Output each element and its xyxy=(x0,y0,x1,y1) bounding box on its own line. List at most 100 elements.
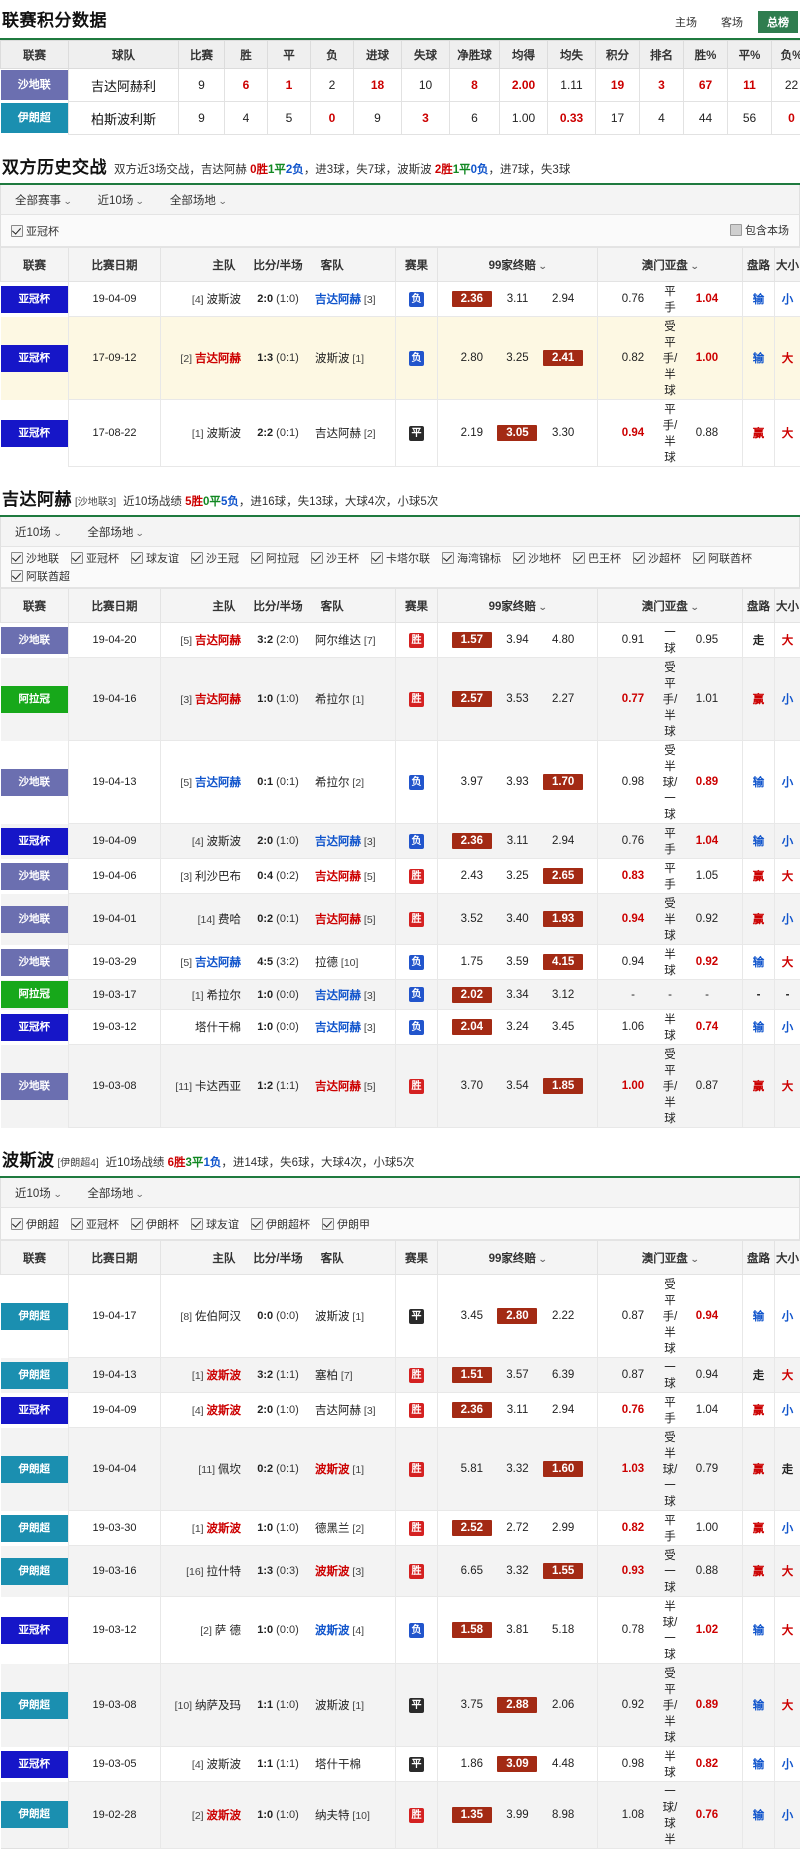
teamB-filter-0[interactable]: 近10场⌄ xyxy=(15,1185,61,1201)
match-col-odds[interactable]: 99家终赔⌄ xyxy=(438,1241,598,1275)
match-away-name[interactable]: 阿尔维达 xyxy=(315,635,361,647)
h2h-filter-2[interactable]: 全部场地⌄ xyxy=(170,192,227,208)
match-away-name[interactable]: 吉达阿赫 xyxy=(315,1405,361,1417)
match-home-name[interactable]: 卡达西亚 xyxy=(195,1081,241,1093)
checkbox-box[interactable] xyxy=(131,1218,143,1230)
teamB-checkbox-1[interactable]: 亚冠杯 xyxy=(71,1216,119,1232)
match-home-name[interactable]: 吉达阿赫 xyxy=(195,957,241,969)
match-league-cell[interactable]: 沙地联 xyxy=(1,623,69,658)
match-league-cell[interactable]: 亚冠杯 xyxy=(1,1393,69,1428)
match-league-cell[interactable]: 阿拉冠 xyxy=(1,980,69,1010)
match-away-name[interactable]: 波斯波 xyxy=(315,1566,350,1578)
teamB-checkbox-3[interactable]: 球友谊 xyxy=(191,1216,239,1232)
match-league-cell[interactable]: 沙地联 xyxy=(1,859,69,894)
teamB-checkbox-2[interactable]: 伊朗杯 xyxy=(131,1216,179,1232)
checkbox-box[interactable] xyxy=(11,552,23,564)
match-col-asia[interactable]: 澳门亚盘⌄ xyxy=(598,1241,743,1275)
match-away-name[interactable]: 吉达阿赫 xyxy=(315,990,361,1002)
match-away-name[interactable]: 拉德 xyxy=(315,957,338,969)
match-away-name[interactable]: 吉达阿赫 xyxy=(315,294,361,306)
teamA-filter-0[interactable]: 近10场⌄ xyxy=(15,524,61,540)
match-away-name[interactable]: 吉达阿赫 xyxy=(315,836,361,848)
match-league-cell[interactable]: 伊朗超 xyxy=(1,1275,69,1358)
match-home-name[interactable]: 吉达阿赫 xyxy=(195,694,241,706)
match-league-cell[interactable]: 沙地联 xyxy=(1,945,69,980)
teamA-filter-1[interactable]: 全部场地⌄ xyxy=(87,524,144,540)
teamA-checkbox-3[interactable]: 沙王冠 xyxy=(191,550,239,566)
match-away-name[interactable]: 塞柏 xyxy=(315,1370,338,1382)
match-home-name[interactable]: 利沙巴布 xyxy=(195,871,241,883)
match-home-name[interactable]: 波斯波 xyxy=(207,1370,242,1382)
checkbox-box[interactable] xyxy=(573,552,585,564)
match-away-name[interactable]: 波斯波 xyxy=(315,1625,350,1637)
match-home-name[interactable]: 波斯波 xyxy=(207,836,242,848)
chevron-down-icon[interactable]: ⌄ xyxy=(690,261,699,272)
standings-league-cell[interactable]: 沙地联 xyxy=(1,69,69,102)
match-away-name[interactable]: 吉达阿赫 xyxy=(315,1081,361,1093)
match-league-cell[interactable]: 伊朗超 xyxy=(1,1428,69,1511)
match-home-name[interactable]: 纳萨及玛 xyxy=(195,1700,241,1712)
chevron-down-icon[interactable]: ⌄ xyxy=(538,1254,547,1265)
match-home-name[interactable]: 波斯波 xyxy=(207,1810,242,1822)
match-away-name[interactable]: 波斯波 xyxy=(315,1464,350,1476)
match-league-cell[interactable]: 伊朗超 xyxy=(1,1782,69,1849)
match-league-cell[interactable]: 亚冠杯 xyxy=(1,1747,69,1782)
match-away-name[interactable]: 吉达阿赫 xyxy=(315,428,361,440)
match-league-cell[interactable]: 阿拉冠 xyxy=(1,658,69,741)
teamA-checkbox-1[interactable]: 亚冠杯 xyxy=(71,550,119,566)
match-league-cell[interactable]: 沙地联 xyxy=(1,1045,69,1128)
match-league-cell[interactable]: 伊朗超 xyxy=(1,1358,69,1393)
match-col-asia[interactable]: 澳门亚盘⌄ xyxy=(598,248,743,282)
chevron-down-icon[interactable]: ⌄ xyxy=(690,602,699,613)
match-away-name[interactable]: 希拉尔 xyxy=(315,777,350,789)
tab-home[interactable]: 主场 xyxy=(666,11,706,33)
match-league-cell[interactable]: 沙地联 xyxy=(1,741,69,824)
teamA-checkbox-6[interactable]: 卡塔尔联 xyxy=(371,550,430,566)
match-league-cell[interactable]: 伊朗超 xyxy=(1,1511,69,1546)
teamA-checkbox-9[interactable]: 巴王杯 xyxy=(573,550,621,566)
checkbox-box[interactable] xyxy=(730,224,742,236)
match-col-odds[interactable]: 99家终赔⌄ xyxy=(438,589,598,623)
match-away-name[interactable]: 德黑兰 xyxy=(315,1523,350,1535)
h2h-include-checkbox[interactable]: 包含本场 xyxy=(730,222,789,238)
checkbox-box[interactable] xyxy=(11,1218,23,1230)
checkbox-box[interactable] xyxy=(371,552,383,564)
checkbox-box[interactable] xyxy=(442,552,454,564)
checkbox-box[interactable] xyxy=(71,552,83,564)
match-home-name[interactable]: 波斯波 xyxy=(207,1523,242,1535)
checkbox-box[interactable] xyxy=(633,552,645,564)
match-home-name[interactable]: 吉达阿赫 xyxy=(195,353,241,365)
teamA-checkbox-10[interactable]: 沙超杯 xyxy=(633,550,681,566)
match-league-cell[interactable]: 亚冠杯 xyxy=(1,1597,69,1664)
teamA-checkbox-4[interactable]: 阿拉冠 xyxy=(251,550,299,566)
match-league-cell[interactable]: 伊朗超 xyxy=(1,1546,69,1597)
teamA-checkbox-8[interactable]: 沙地杯 xyxy=(513,550,561,566)
match-home-name[interactable]: 波斯波 xyxy=(207,294,242,306)
match-league-cell[interactable]: 亚冠杯 xyxy=(1,282,69,317)
checkbox-box[interactable] xyxy=(693,552,705,564)
teamA-checkbox-12[interactable]: 阿联酋超 xyxy=(11,568,70,584)
match-league-cell[interactable]: 亚冠杯 xyxy=(1,1010,69,1045)
match-away-name[interactable]: 波斯波 xyxy=(315,1311,350,1323)
teamA-checkbox-11[interactable]: 阿联酋杯 xyxy=(693,550,752,566)
chevron-down-icon[interactable]: ⌄ xyxy=(690,1254,699,1265)
match-away-name[interactable]: 波斯波 xyxy=(315,1700,350,1712)
match-away-name[interactable]: 纳夫特 xyxy=(315,1810,350,1822)
checkbox-box[interactable] xyxy=(251,1218,263,1230)
chevron-down-icon[interactable]: ⌄ xyxy=(538,261,547,272)
standings-team-name[interactable]: 柏斯波利斯 xyxy=(69,102,179,135)
match-home-name[interactable]: 费哈 xyxy=(218,914,241,926)
checkbox-box[interactable] xyxy=(311,552,323,564)
checkbox-box[interactable] xyxy=(131,552,143,564)
match-home-name[interactable]: 萨 德 xyxy=(215,1625,241,1637)
match-col-asia[interactable]: 澳门亚盘⌄ xyxy=(598,589,743,623)
checkbox-box[interactable] xyxy=(71,1218,83,1230)
h2h-checkbox-0[interactable]: 亚冠杯 xyxy=(11,223,59,239)
checkbox-box[interactable] xyxy=(191,552,203,564)
match-home-name[interactable]: 佩坎 xyxy=(218,1464,241,1476)
match-home-name[interactable]: 塔什干棉 xyxy=(195,1022,241,1034)
tab-away[interactable]: 客场 xyxy=(712,11,752,33)
checkbox-box[interactable] xyxy=(513,552,525,564)
teamB-filter-1[interactable]: 全部场地⌄ xyxy=(87,1185,144,1201)
match-league-cell[interactable]: 亚冠杯 xyxy=(1,317,69,400)
